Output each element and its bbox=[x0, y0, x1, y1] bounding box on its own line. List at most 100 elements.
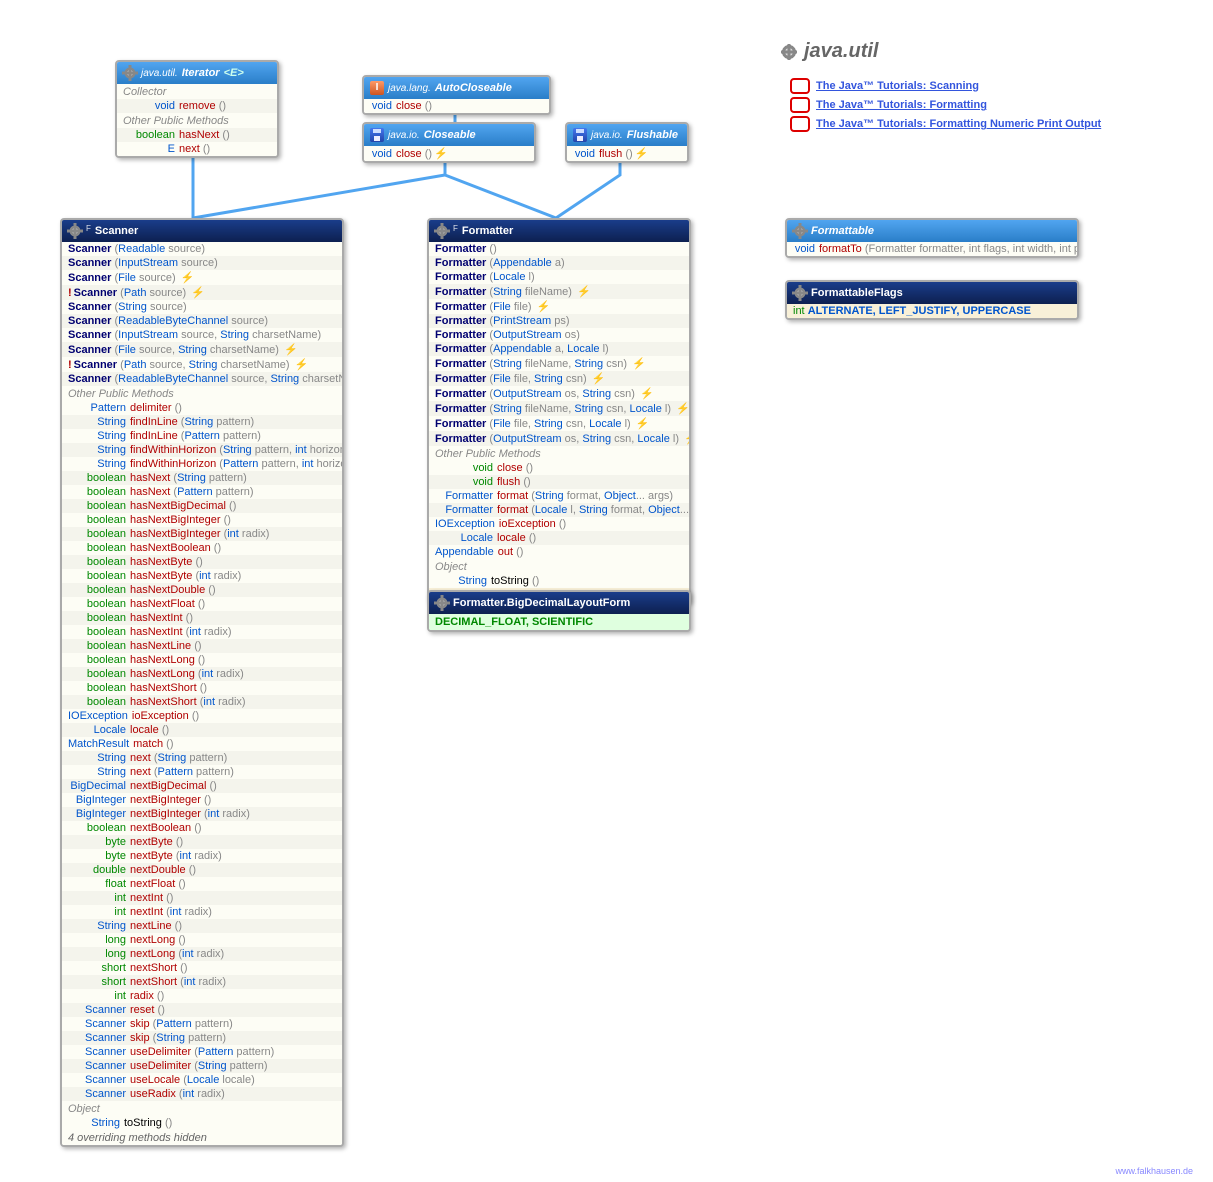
gear-icon bbox=[123, 66, 137, 80]
method-row: booleanhasNextBigInteger (int radix) bbox=[62, 527, 342, 541]
method-row: booleanhasNextLine () bbox=[62, 639, 342, 653]
constructor-row: Scanner (ReadableByteChannel source, Str… bbox=[62, 372, 342, 386]
oracle-icon bbox=[790, 78, 810, 94]
method-row: booleanhasNextInt (int radix) bbox=[62, 625, 342, 639]
class-formattableflags[interactable]: FormattableFlags int ALTERNATE, LEFT_JUS… bbox=[785, 280, 1079, 320]
oracle-icon bbox=[790, 97, 810, 113]
method-row: bytenextByte () bbox=[62, 835, 342, 849]
method-row: shortnextShort (int radix) bbox=[62, 975, 342, 989]
class-header: java.io.Flushable bbox=[567, 124, 687, 146]
method-row: StringfindInLine (String pattern) bbox=[62, 415, 342, 429]
class-autocloseable[interactable]: I java.lang.AutoCloseable voidclose () bbox=[362, 75, 551, 115]
method-row: StringfindWithinHorizon (Pattern pattern… bbox=[62, 457, 342, 471]
class-header: I java.lang.AutoCloseable bbox=[364, 77, 549, 99]
section-label: Collector bbox=[117, 84, 277, 99]
class-header: Formattable bbox=[787, 220, 1077, 242]
method-row: longnextLong (int radix) bbox=[62, 947, 342, 961]
gear-icon bbox=[435, 596, 449, 610]
constructor-row: Formatter (File file, String csn) ⚡ bbox=[429, 371, 689, 386]
link-formatting[interactable]: The Java™ Tutorials: Formatting bbox=[790, 97, 1101, 113]
method-row: BigIntegernextBigInteger (int radix) bbox=[62, 807, 342, 821]
method-row: ScanneruseLocale (Locale locale) bbox=[62, 1073, 342, 1087]
method-row: ScanneruseRadix (int radix) bbox=[62, 1087, 342, 1101]
gear-icon bbox=[793, 224, 807, 238]
method-row: intradix () bbox=[62, 989, 342, 1003]
method-row: booleanhasNext () bbox=[117, 128, 277, 142]
constructor-row: Scanner (ReadableByteChannel source) bbox=[62, 314, 342, 328]
class-header: java.io.Closeable bbox=[364, 124, 534, 146]
interface-icon: I bbox=[370, 81, 384, 95]
link-scanning[interactable]: The Java™ Tutorials: Scanning bbox=[790, 78, 1101, 94]
method-row: doublenextDouble () bbox=[62, 863, 342, 877]
class-bigdecimallayoutform[interactable]: Formatter.BigDecimalLayoutForm DECIMAL_F… bbox=[427, 590, 691, 632]
credit[interactable]: www.falkhausen.de bbox=[1115, 1166, 1193, 1176]
class-header: Formatter.BigDecimalLayoutForm bbox=[429, 592, 689, 614]
method-row: Localelocale () bbox=[429, 531, 689, 545]
method-row: booleanhasNextLong (int radix) bbox=[62, 667, 342, 681]
method-row: booleanhasNextBigInteger () bbox=[62, 513, 342, 527]
method-row: Patterndelimiter () bbox=[62, 401, 342, 415]
method-row: ScanneruseDelimiter (Pattern pattern) bbox=[62, 1045, 342, 1059]
constants-row: int ALTERNATE, LEFT_JUSTIFY, UPPERCASE bbox=[787, 304, 1077, 318]
disk-icon bbox=[370, 128, 384, 142]
method-row: Stringnext (Pattern pattern) bbox=[62, 765, 342, 779]
method-row: booleannextBoolean () bbox=[62, 821, 342, 835]
methods: Patterndelimiter ()StringfindInLine (Str… bbox=[62, 401, 342, 1101]
enum-values: DECIMAL_FLOAT, SCIENTIFIC bbox=[429, 614, 689, 630]
method-row: booleanhasNextShort (int radix) bbox=[62, 695, 342, 709]
constructor-row: Formatter (Locale l) bbox=[429, 270, 689, 284]
link-formatting-numeric[interactable]: The Java™ Tutorials: Formatting Numeric … bbox=[790, 116, 1101, 132]
constructor-row: !Scanner (Path source, String charsetNam… bbox=[62, 357, 342, 372]
class-flushable[interactable]: java.io.Flushable voidflush ()⚡ bbox=[565, 122, 689, 163]
method-row: Scannerskip (Pattern pattern) bbox=[62, 1017, 342, 1031]
constructor-row: Formatter (Appendable a, Locale l) bbox=[429, 342, 689, 356]
class-scanner[interactable]: F Scanner Scanner (Readable source)Scann… bbox=[60, 218, 344, 1147]
method-row: Stringnext (String pattern) bbox=[62, 751, 342, 765]
method-row: shortnextShort () bbox=[62, 961, 342, 975]
method-row: booleanhasNextLong () bbox=[62, 653, 342, 667]
constructors: Scanner (Readable source)Scanner (InputS… bbox=[62, 242, 342, 386]
method-row: voidflush () bbox=[429, 475, 689, 489]
method-row: BigIntegernextBigInteger () bbox=[62, 793, 342, 807]
gear-icon bbox=[68, 224, 82, 238]
method-row: Enext () bbox=[117, 142, 277, 156]
disk-icon bbox=[573, 128, 587, 142]
method-row: Scannerreset () bbox=[62, 1003, 342, 1017]
package-name: java.util bbox=[804, 40, 878, 63]
class-formatter[interactable]: F Formatter Formatter () Formatter (Appen… bbox=[427, 218, 691, 604]
constructor-row: Formatter (String fileName, String csn) … bbox=[429, 356, 689, 371]
section-label: Other Public Methods bbox=[117, 113, 277, 128]
method-row: booleanhasNext (String pattern) bbox=[62, 471, 342, 485]
method-row: booleanhasNextFloat () bbox=[62, 597, 342, 611]
constructor-row: Formatter (PrintStream ps) bbox=[429, 314, 689, 328]
constructor-row: Formatter (String fileName, String csn, … bbox=[429, 401, 689, 416]
package-title: java.util bbox=[780, 40, 878, 63]
method-row: voidclose () bbox=[364, 99, 549, 113]
constructor-row: Formatter (String fileName) ⚡ bbox=[429, 284, 689, 299]
constructor-row: Formatter (File file) ⚡ bbox=[429, 299, 689, 314]
method-row: IOExceptionioException () bbox=[62, 709, 342, 723]
method-row: Appendableout () bbox=[429, 545, 689, 559]
method-row: Scannerskip (String pattern) bbox=[62, 1031, 342, 1045]
section-label: Object bbox=[429, 559, 689, 574]
method-row: booleanhasNextDouble () bbox=[62, 583, 342, 597]
class-iterator[interactable]: java.util.Iterator<E> Collector voidremo… bbox=[115, 60, 279, 158]
method-row: ScanneruseDelimiter (String pattern) bbox=[62, 1059, 342, 1073]
tutorial-links: The Java™ Tutorials: Scanning The Java™ … bbox=[790, 75, 1101, 135]
method-row: booleanhasNextByte () bbox=[62, 555, 342, 569]
class-header: F Scanner bbox=[62, 220, 342, 242]
method-row: StringtoString () bbox=[429, 574, 689, 588]
class-header: F Formatter bbox=[429, 220, 689, 242]
gear-icon bbox=[435, 224, 449, 238]
gear-icon bbox=[793, 286, 807, 300]
constructor-row: Formatter (OutputStream os) bbox=[429, 328, 689, 342]
constructor-row: Scanner (InputStream source, String char… bbox=[62, 328, 342, 342]
constructor-row: Formatter () bbox=[429, 242, 689, 256]
class-header: FormattableFlags bbox=[787, 282, 1077, 304]
class-formattable[interactable]: Formattable voidformatTo (Formatter form… bbox=[785, 218, 1079, 258]
method-row: booleanhasNextShort () bbox=[62, 681, 342, 695]
method-row: voidflush ()⚡ bbox=[567, 146, 687, 161]
class-closeable[interactable]: java.io.Closeable voidclose ()⚡ bbox=[362, 122, 536, 163]
section-label: Object bbox=[62, 1101, 342, 1116]
method-row: voidclose ()⚡ bbox=[364, 146, 534, 161]
